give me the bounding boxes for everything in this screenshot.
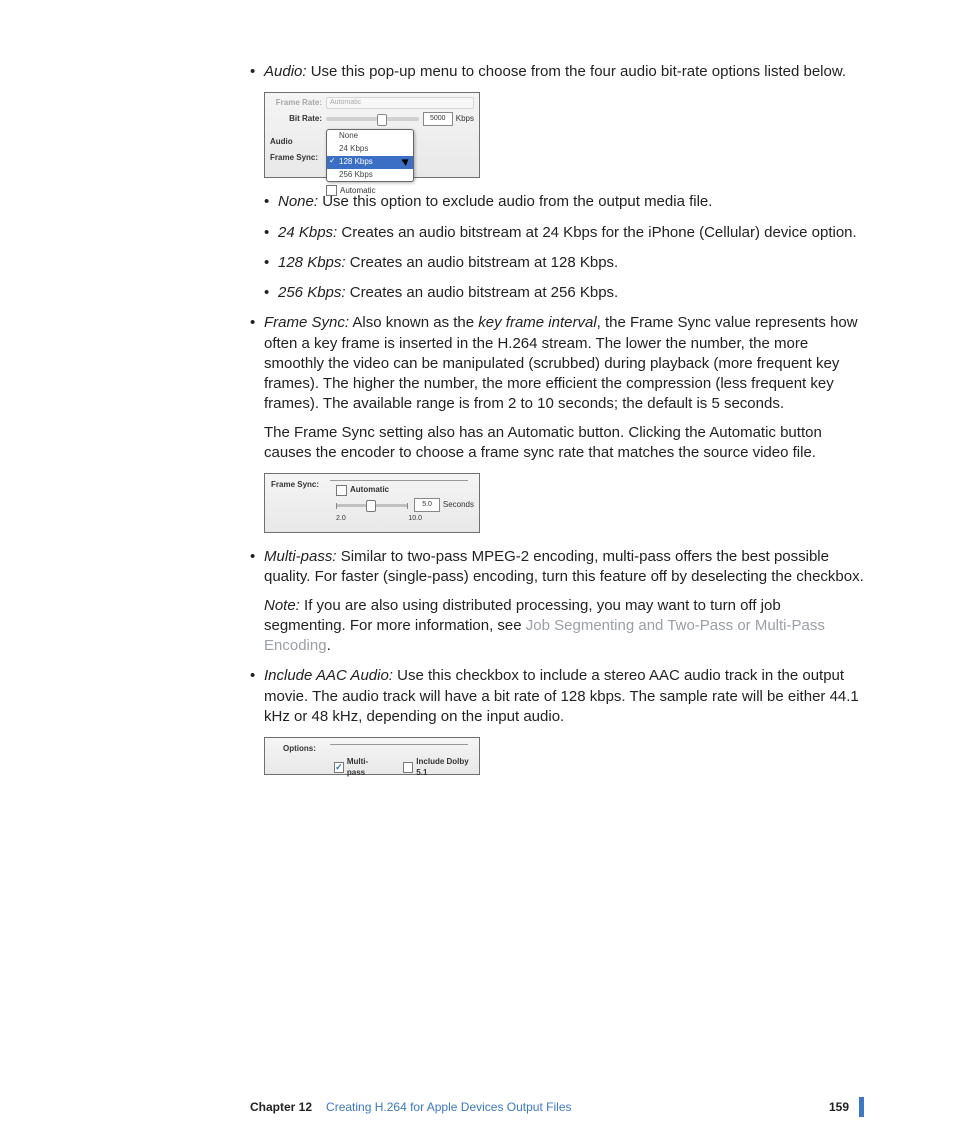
popup-option-none: None xyxy=(327,130,413,143)
bullet-framesync: Frame Sync: Also known as the key frame … xyxy=(250,313,864,533)
shot2-max: 10.0 xyxy=(408,514,422,523)
screenshot-options: Options: Multi-pass Include Dolby 5.1 xyxy=(264,737,480,775)
term-aac: Include AAC Audio: xyxy=(264,667,393,684)
sub-256: 256 Kbps: Creates an audio bitstream at … xyxy=(264,283,864,303)
footer-chapter: Chapter 12 xyxy=(250,1100,312,1114)
term-multipass: Multi-pass: xyxy=(264,548,337,565)
shot1-framesync-label: Frame Sync: xyxy=(270,153,318,164)
shot2-unit: Seconds xyxy=(443,500,474,511)
bullet-multipass: Multi-pass: Similar to two-pass MPEG-2 e… xyxy=(250,547,864,656)
shot1-framerate-label: Frame Rate: xyxy=(270,98,322,109)
shot1-bitrate-slider xyxy=(326,117,419,121)
popup-option-256: 256 Kbps xyxy=(327,169,413,182)
shot3-multipass-label: Multi-pass xyxy=(347,757,382,779)
bullet-aac: Include AAC Audio: Use this checkbox to … xyxy=(250,666,864,775)
shot3-dolby-label: Include Dolby 5.1 xyxy=(416,757,474,779)
page-footer: Chapter 12 Creating H.264 for Apple Devi… xyxy=(250,1097,864,1117)
shot1-audio-label: Audio xyxy=(270,137,293,148)
shot2-min: 2.0 xyxy=(336,514,346,523)
shot1-bitrate-label: Bit Rate: xyxy=(270,114,322,125)
framesync-para2: The Frame Sync setting also has an Autom… xyxy=(264,423,864,464)
popup-option-128: 128 Kbps xyxy=(327,156,413,169)
shot2-value: 5.0 xyxy=(414,498,440,512)
popup-option-24: 24 Kbps xyxy=(327,143,413,156)
shot1-framerate-value: Automatic xyxy=(326,97,474,109)
shot3-label: Options: xyxy=(283,744,316,755)
shot2-slider xyxy=(336,504,408,507)
screenshot-framesync: Frame Sync: Automatic 5.0 Seconds 2.0 10… xyxy=(264,473,480,533)
shot3-multipass-checkbox xyxy=(334,762,344,773)
screenshot-audio-popup: Frame Rate: Automatic Bit Rate: 5000 Kbp… xyxy=(264,92,480,178)
sub-128: 128 Kbps: Creates an audio bitstream at … xyxy=(264,253,864,273)
footer-title: Creating H.264 for Apple Devices Output … xyxy=(326,1100,829,1114)
shot3-dolby-checkbox xyxy=(403,762,413,773)
shot1-bitrate-value: 5000 xyxy=(423,112,453,126)
shot2-label: Frame Sync: xyxy=(271,480,319,491)
shot2-automatic-label: Automatic xyxy=(350,485,389,496)
term-audio: Audio: xyxy=(264,63,307,80)
note-term: Note: xyxy=(264,597,300,614)
sub-24: 24 Kbps: Creates an audio bitstream at 2… xyxy=(264,223,864,243)
shot1-bitrate-unit: Kbps xyxy=(456,114,474,125)
cursor-icon xyxy=(403,157,411,165)
page-content: Audio: Use this pop-up menu to choose fr… xyxy=(0,0,954,775)
footer-page: 159 xyxy=(829,1100,849,1114)
bullet-audio: Audio: Use this pop-up menu to choose fr… xyxy=(250,62,864,303)
text-audio: Use this pop-up menu to choose from the … xyxy=(311,63,846,80)
shot1-popup: None 24 Kbps 128 Kbps 256 Kbps xyxy=(326,129,414,182)
sub-none: None: Use this option to exclude audio f… xyxy=(264,192,864,212)
term-framesync: Frame Sync: xyxy=(264,314,349,331)
shot2-automatic-checkbox xyxy=(336,485,347,496)
